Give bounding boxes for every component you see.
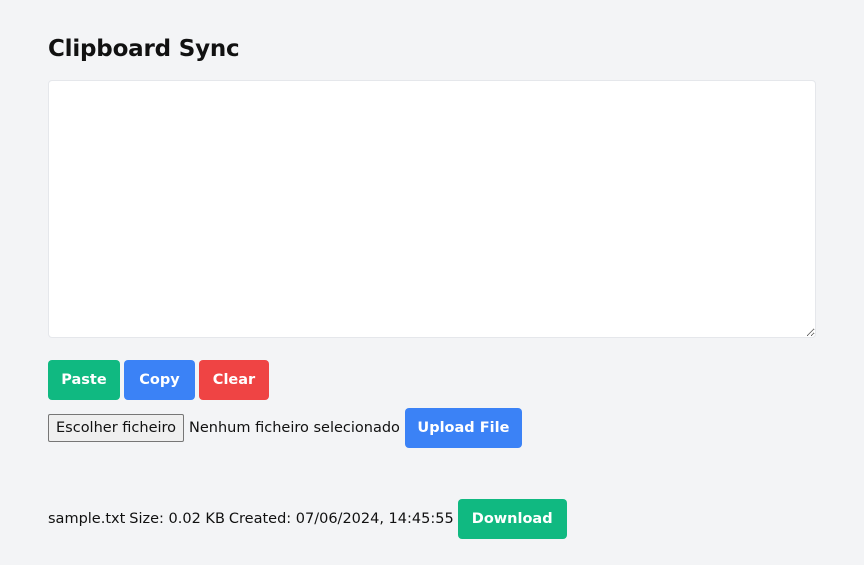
clipboard-textarea[interactable] bbox=[48, 80, 816, 338]
clear-button[interactable]: Clear bbox=[199, 360, 269, 400]
upload-row: Escolher ficheiro Nenhum ficheiro seleci… bbox=[48, 408, 522, 448]
file-size: Size: 0.02 KB bbox=[129, 511, 225, 527]
paste-button[interactable]: Paste bbox=[48, 360, 120, 400]
clipboard-actions: Paste Copy Clear bbox=[48, 360, 269, 400]
download-button[interactable]: Download bbox=[457, 499, 567, 539]
clipboard-sync-page: Clipboard Sync Paste Copy Clear Escolher… bbox=[0, 0, 864, 565]
choose-file-button[interactable]: Escolher ficheiro bbox=[48, 414, 185, 442]
copy-button[interactable]: Copy bbox=[124, 360, 195, 400]
file-created: Created: 07/06/2024, 14:45:55 bbox=[228, 511, 454, 527]
page-title: Clipboard Sync bbox=[48, 36, 240, 62]
file-selection-status: Nenhum ficheiro selecionado bbox=[189, 420, 400, 436]
file-list-item: sample.txt Size: 0.02 KB Created: 07/06/… bbox=[48, 499, 567, 539]
upload-file-button[interactable]: Upload File bbox=[404, 408, 522, 448]
file-name: sample.txt bbox=[48, 511, 126, 527]
